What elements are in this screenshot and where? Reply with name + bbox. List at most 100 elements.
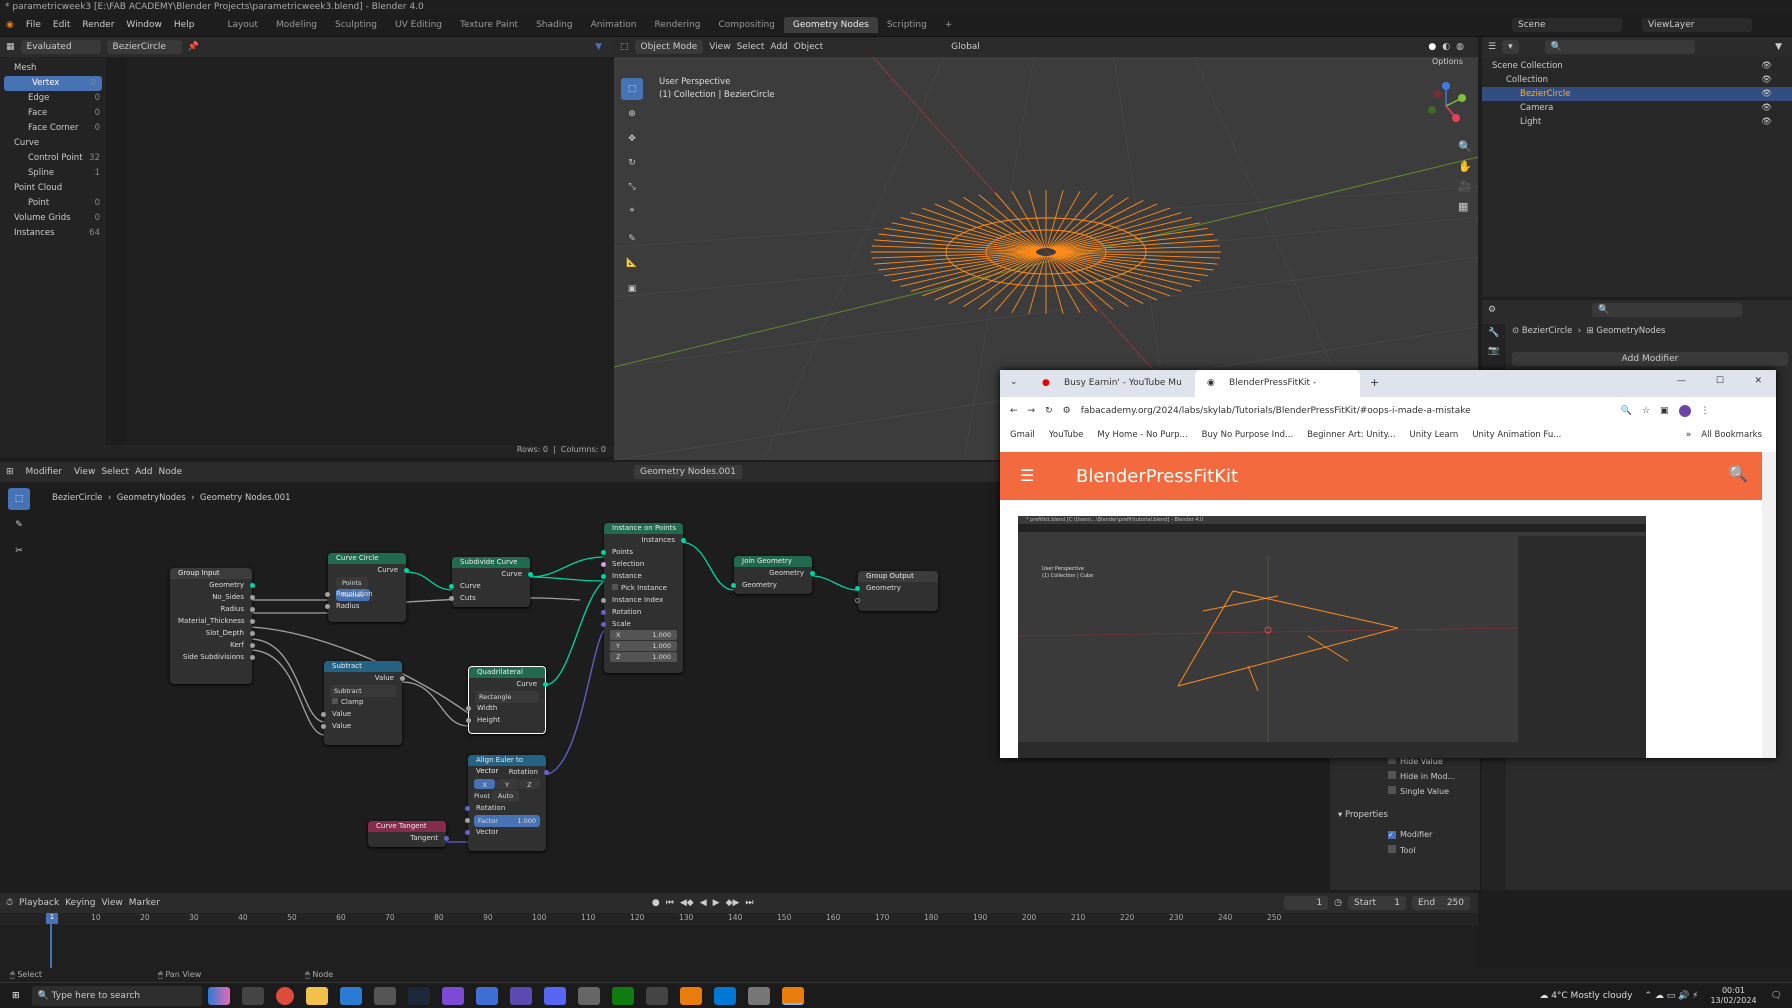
taskbar-search-input[interactable]: 🔍 Type here to search bbox=[31, 985, 202, 1006]
jump-start-button[interactable]: ⏮ bbox=[666, 898, 674, 908]
pan-hand-icon[interactable]: ✋ bbox=[1458, 160, 1472, 173]
socket-geometry[interactable]: Geometry bbox=[170, 579, 255, 591]
end-frame-field[interactable]: End 250 bbox=[1412, 896, 1470, 910]
site-search-icon[interactable]: 🔍 bbox=[1728, 464, 1748, 483]
socket-geometry-out[interactable]: Geometry bbox=[734, 567, 815, 579]
socket-height[interactable]: Height bbox=[466, 714, 545, 726]
socket-instance[interactable]: Instance bbox=[601, 570, 683, 582]
timeline-menu-view[interactable]: View bbox=[101, 898, 122, 908]
socket-side-subdivisions[interactable]: Side Subdivisions bbox=[170, 651, 255, 663]
forward-icon[interactable]: → bbox=[1028, 406, 1036, 416]
socket-tangent-out[interactable]: Tangent bbox=[368, 832, 449, 844]
socket-curve-out[interactable]: Curve bbox=[328, 564, 409, 576]
play-reverse-button[interactable]: ◀ bbox=[700, 898, 707, 908]
display-mode-dropdown[interactable]: ▾ bbox=[1502, 40, 1519, 54]
render-tab-icon[interactable]: 📷 bbox=[1482, 342, 1506, 360]
address-bar[interactable]: fabacademy.org/2024/labs/skylab/Tutorial… bbox=[1081, 406, 1611, 416]
windows-start-icon[interactable]: ⊞ bbox=[12, 991, 20, 1001]
socket-value-b[interactable]: Value bbox=[321, 720, 402, 732]
next-keyframe-button[interactable]: ◆▶ bbox=[726, 898, 740, 908]
socket-kerf[interactable]: Kerf bbox=[170, 639, 255, 651]
scale-x-field[interactable]: X 1.000 bbox=[610, 630, 677, 640]
shading-material-icon[interactable]: ◐ bbox=[1442, 42, 1450, 52]
close-window-button[interactable]: ✕ bbox=[1754, 376, 1762, 386]
socket-rotation[interactable]: Rotation bbox=[601, 606, 683, 618]
properties-search-input[interactable]: 🔍 bbox=[1592, 303, 1743, 317]
browser-scrollbar[interactable] bbox=[1762, 452, 1776, 758]
shading-rendered-icon[interactable]: ◍ bbox=[1456, 42, 1464, 52]
bookmark-my-home[interactable]: My Home - No Purp... bbox=[1097, 430, 1187, 440]
task-view-icon[interactable] bbox=[241, 986, 264, 1005]
bookmark-star-icon[interactable]: ☆ bbox=[1642, 406, 1650, 416]
navigation-gizmo[interactable] bbox=[1418, 78, 1474, 134]
more-bookmarks-icon[interactable]: » bbox=[1686, 430, 1692, 440]
socket-instance-index[interactable]: Instance Index bbox=[601, 594, 683, 606]
blender-icon[interactable] bbox=[679, 986, 702, 1005]
socket-geometry-in[interactable]: Geometry bbox=[855, 582, 938, 594]
tool-checkbox[interactable]: Tool bbox=[1388, 845, 1416, 855]
browser-tab-youtube[interactable]: ●Busy Earnin' - YouTube Mu 🔊 ✕ bbox=[1030, 370, 1195, 415]
more-menu-icon[interactable]: ⋮ bbox=[1701, 406, 1710, 416]
socket-value-a[interactable]: Value bbox=[321, 708, 402, 720]
outliner-row[interactable]: Collection 👁 bbox=[1482, 73, 1792, 87]
node-group-output[interactable]: Group Output Geometry bbox=[855, 571, 938, 611]
tab-list-button[interactable]: ⌄ bbox=[1010, 377, 1018, 387]
chrome-icon[interactable] bbox=[275, 986, 294, 1005]
play-button[interactable]: ▶ bbox=[713, 898, 720, 908]
timeline-menu-keying[interactable]: Keying bbox=[65, 898, 95, 908]
visibility-eye-icon[interactable]: 👁 bbox=[1761, 59, 1772, 73]
hamburger-menu-icon[interactable]: ☰ bbox=[1020, 466, 1034, 485]
browser-tab-fitkit[interactable]: ◉BlenderPressFitKit - Skylab/wor ✕ bbox=[1195, 370, 1360, 415]
visibility-eye-icon[interactable]: 👁 bbox=[1761, 87, 1772, 101]
steam-icon[interactable] bbox=[407, 986, 430, 1005]
socket-radius[interactable]: Radius bbox=[170, 603, 255, 615]
tray-icons[interactable]: ⌃ ☁ ▭ 🔊 ⚡ bbox=[1644, 991, 1698, 1001]
all-bookmarks-button[interactable]: All Bookmarks bbox=[1701, 430, 1762, 440]
visibility-eye-icon[interactable]: 👁 bbox=[1761, 101, 1772, 115]
reload-icon[interactable]: ↻ bbox=[1045, 406, 1053, 416]
timeline-menu-playback[interactable]: Playback bbox=[19, 898, 59, 908]
bookmark-unity-animation[interactable]: Unity Animation Fu... bbox=[1472, 430, 1561, 440]
weather-widget[interactable]: ☁ 4°C Mostly cloudy bbox=[1539, 991, 1632, 1001]
zoom-icon[interactable]: 🔍 bbox=[1458, 140, 1472, 153]
pick-instance-checkbox[interactable]: Pick Instance bbox=[604, 582, 683, 594]
editor-type-icon[interactable]: ☰ bbox=[1488, 42, 1496, 52]
add-modifier-button[interactable]: Add Modifier bbox=[1512, 352, 1788, 366]
store-icon[interactable] bbox=[339, 986, 362, 1005]
file-explorer-icon[interactable] bbox=[305, 986, 328, 1005]
node-curve-circle[interactable]: Curve Circle Curve PointsRadius Resoluti… bbox=[325, 553, 409, 622]
record-button[interactable]: ● bbox=[652, 898, 660, 908]
current-frame-field[interactable]: 1 bbox=[1284, 896, 1329, 910]
zoom-icon[interactable]: 🔍 bbox=[1621, 406, 1632, 416]
node-curve-tangent[interactable]: Curve Tangent Tangent bbox=[368, 821, 449, 847]
app-icon[interactable] bbox=[509, 986, 532, 1005]
bookmark-buy-no-purpose[interactable]: Buy No Purpose Ind... bbox=[1202, 430, 1293, 440]
axis-y-button[interactable]: Y bbox=[496, 779, 518, 789]
socket-radius[interactable]: Radius bbox=[325, 600, 406, 612]
axis-x-button[interactable]: X bbox=[474, 779, 496, 789]
prev-keyframe-button[interactable]: ◀◆ bbox=[680, 898, 694, 908]
socket-value-out[interactable]: Value bbox=[324, 672, 405, 684]
socket-cuts[interactable]: Cuts bbox=[449, 592, 530, 604]
hide-in-modifier-checkbox[interactable]: Hide in Mod... bbox=[1388, 771, 1455, 781]
node-instance-on-points[interactable]: Instance on Points Instances Points Sele… bbox=[601, 523, 686, 673]
copilot-icon[interactable] bbox=[207, 986, 230, 1005]
shading-solid-icon[interactable]: ● bbox=[1428, 42, 1436, 52]
operation-dropdown[interactable]: Subtract bbox=[324, 684, 402, 697]
vscode-icon[interactable] bbox=[713, 986, 736, 1005]
clock-icon[interactable]: ◷ bbox=[1334, 898, 1342, 908]
discord-icon[interactable] bbox=[543, 986, 566, 1005]
sidepanel-icon[interactable]: ▣ bbox=[1660, 406, 1669, 416]
outliner-row[interactable]: Scene Collection 👁 bbox=[1482, 59, 1792, 73]
scale-z-field[interactable]: Z 1.000 bbox=[610, 652, 677, 662]
socket-points[interactable]: Points bbox=[601, 546, 683, 558]
app-icon[interactable] bbox=[645, 986, 668, 1005]
visibility-eye-icon[interactable]: 👁 bbox=[1761, 73, 1772, 87]
socket-curve-out[interactable]: Curve bbox=[469, 678, 548, 690]
options-dropdown[interactable]: Options bbox=[1432, 57, 1463, 66]
socket-geometry-in[interactable]: Geometry bbox=[731, 579, 812, 591]
site-title[interactable]: BlenderPressFitKit bbox=[1076, 466, 1238, 487]
jump-end-button[interactable]: ⏭ bbox=[745, 898, 753, 908]
headset-icon[interactable] bbox=[747, 986, 770, 1005]
bookmark-youtube[interactable]: YouTube bbox=[1049, 430, 1084, 440]
